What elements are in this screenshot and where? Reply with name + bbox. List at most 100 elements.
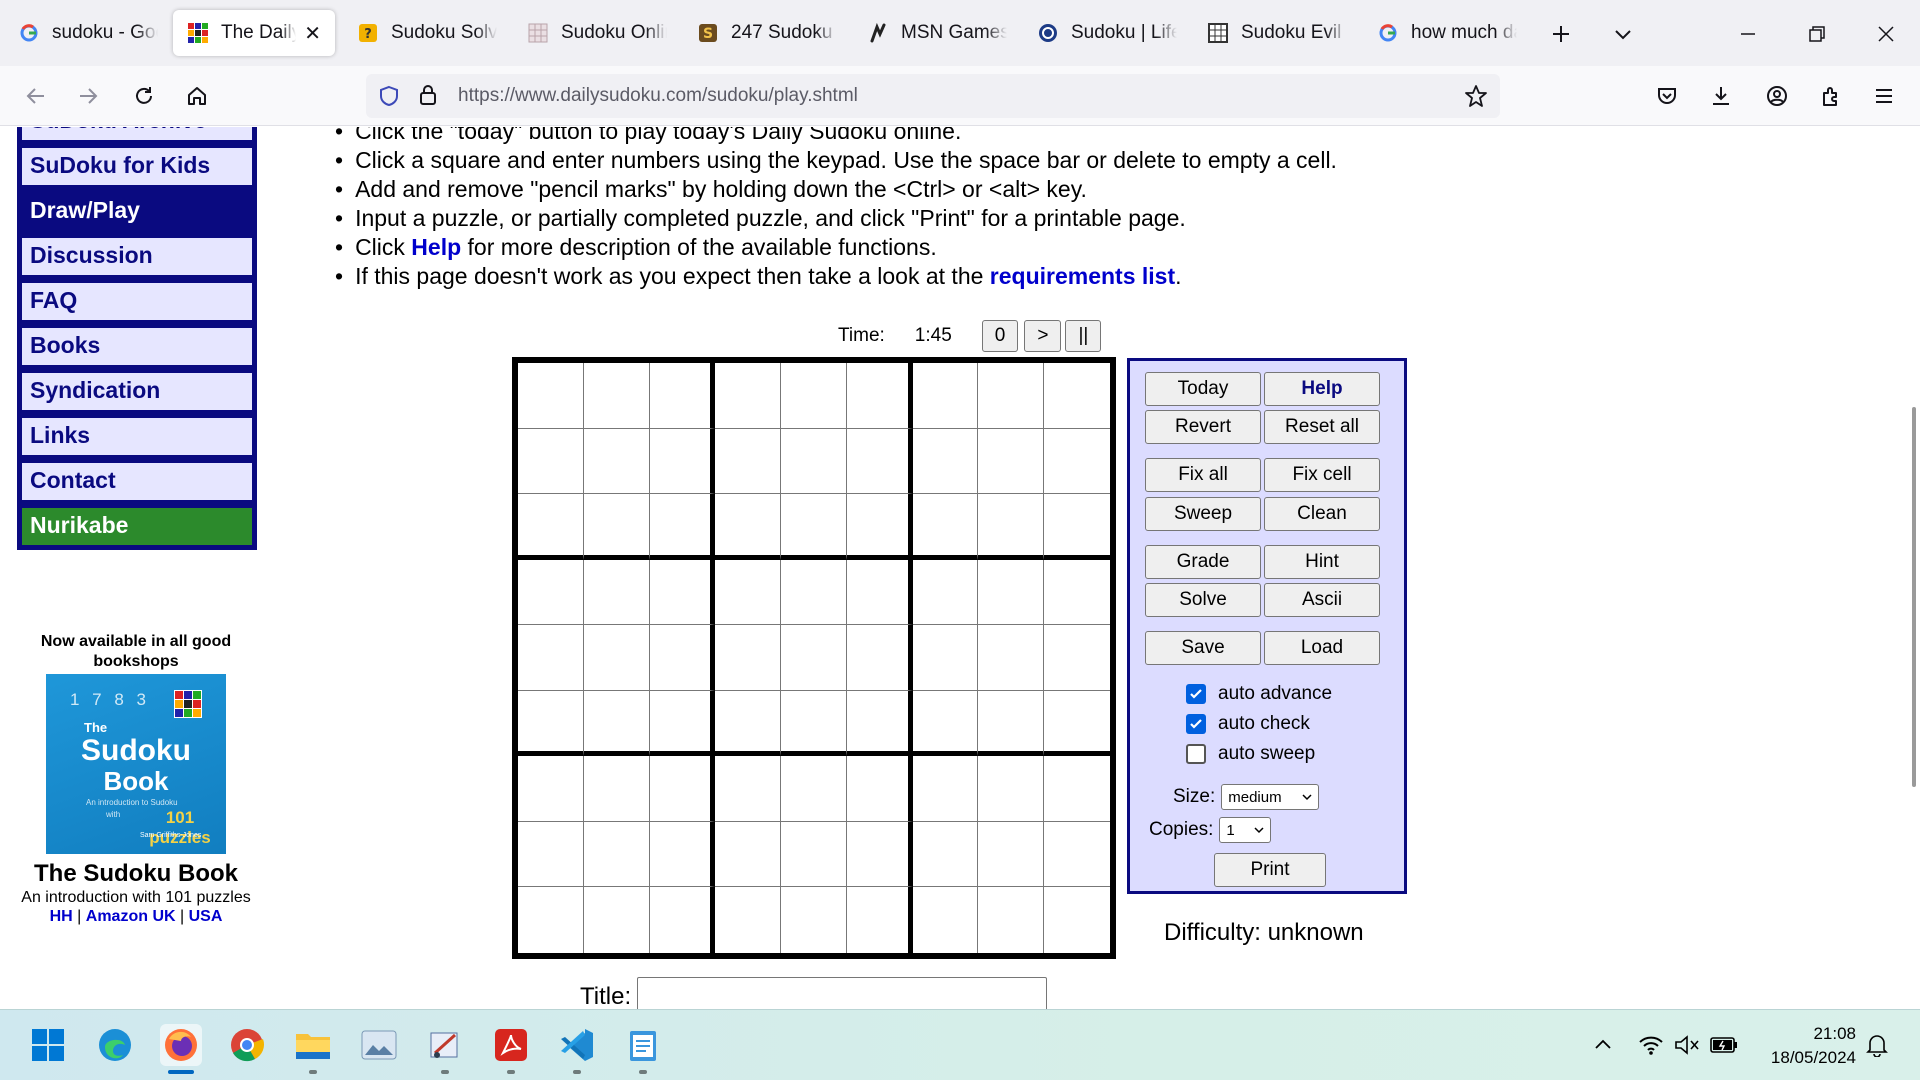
sudoku-cell[interactable]: [583, 559, 650, 626]
forward-arrow-icon[interactable]: [68, 76, 108, 116]
downloads-icon[interactable]: [1701, 76, 1741, 116]
sudoku-cell[interactable]: [649, 821, 716, 888]
sudoku-cell[interactable]: [978, 821, 1045, 888]
sudoku-cell[interactable]: [649, 428, 716, 495]
sudoku-cell[interactable]: [518, 494, 584, 560]
tab-sudoku-solver[interactable]: ? Sudoku Solve: [343, 10, 511, 56]
sudoku-cell[interactable]: [649, 363, 716, 429]
sidebar-item-draw-play[interactable]: Draw/Play: [20, 191, 254, 232]
list-tabs-chevron-icon[interactable]: [1603, 14, 1643, 54]
sudoku-cell[interactable]: [650, 887, 716, 953]
sudoku-cell[interactable]: [781, 821, 847, 888]
tracking-shield-icon[interactable]: [378, 85, 400, 112]
sudoku-cell[interactable]: [978, 690, 1045, 757]
sudoku-cell[interactable]: [715, 625, 782, 691]
sudoku-cell[interactable]: [847, 887, 913, 953]
sudoku-cell[interactable]: [913, 887, 979, 953]
sudoku-cell[interactable]: [715, 887, 782, 953]
link-hh[interactable]: HH: [50, 908, 73, 925]
snipping-tool-icon[interactable]: [424, 1024, 466, 1074]
sudoku-cell[interactable]: [912, 625, 979, 691]
sudoku-cell[interactable]: [1044, 887, 1110, 953]
print-button[interactable]: Print: [1214, 853, 1326, 887]
sudoku-cell[interactable]: [912, 363, 979, 429]
sudoku-cell[interactable]: [715, 559, 782, 626]
clean-button[interactable]: Clean: [1264, 497, 1380, 531]
sudoku-cell[interactable]: [583, 821, 650, 888]
sudoku-cell[interactable]: [781, 887, 847, 953]
photos-icon[interactable]: [358, 1024, 400, 1066]
title-input[interactable]: [637, 977, 1048, 1009]
sidebar-item-syndication[interactable]: Syndication: [20, 371, 254, 412]
windows-start-icon[interactable]: [27, 1024, 69, 1066]
bookmark-star-icon[interactable]: [1464, 84, 1488, 113]
home-icon[interactable]: [177, 76, 217, 116]
sudoku-cell[interactable]: [1044, 494, 1110, 560]
book-cover-image[interactable]: 1 7 8 3 The Sudoku Book An introduction …: [46, 674, 226, 854]
auto-advance-checkbox[interactable]: [1186, 684, 1206, 704]
load-button[interactable]: Load: [1264, 631, 1380, 665]
hint-button[interactable]: Hint: [1264, 545, 1380, 579]
tab-msn-games[interactable]: MSN Games: [853, 10, 1021, 56]
revert-button[interactable]: Revert: [1145, 410, 1261, 444]
sudoku-cell[interactable]: [1044, 822, 1110, 888]
sudoku-cell[interactable]: [846, 363, 913, 429]
tab-daily-sudoku[interactable]: The Daily S ✕: [173, 10, 335, 56]
sudoku-cell[interactable]: [846, 428, 913, 495]
requirements-list-link[interactable]: requirements list: [990, 263, 1175, 289]
sudoku-cell[interactable]: [583, 363, 650, 429]
sudoku-cell[interactable]: [518, 821, 584, 888]
sudoku-cell[interactable]: [781, 625, 847, 691]
sudoku-cell[interactable]: [912, 428, 979, 495]
close-window-icon[interactable]: [1866, 14, 1906, 54]
file-explorer-icon[interactable]: [292, 1024, 334, 1074]
sidebar-item-kids[interactable]: SuDoku for Kids: [20, 146, 254, 187]
sidebar-item-discussion[interactable]: Discussion: [20, 236, 254, 277]
menu-hamburger-icon[interactable]: [1864, 76, 1904, 116]
system-clock[interactable]: 21:08 18/05/2024: [1771, 1022, 1856, 1070]
account-icon[interactable]: [1757, 76, 1797, 116]
today-button[interactable]: Today: [1145, 372, 1261, 406]
sudoku-cell[interactable]: [912, 690, 979, 757]
sudoku-cell[interactable]: [846, 625, 913, 691]
tab-sudoku-evil[interactable]: Sudoku Evil -: [1193, 10, 1361, 56]
sweep-button[interactable]: Sweep: [1145, 497, 1261, 531]
sudoku-cell[interactable]: [781, 428, 847, 495]
link-usa[interactable]: USA: [189, 908, 223, 925]
sudoku-cell[interactable]: [518, 428, 584, 495]
firefox-icon[interactable]: [160, 1024, 202, 1074]
link-amazon-uk[interactable]: Amazon UK: [86, 908, 176, 925]
tab-247-sudoku[interactable]: S 247 Sudoku E: [683, 10, 851, 56]
close-tab-icon[interactable]: ✕: [304, 21, 321, 46]
size-select[interactable]: medium: [1221, 784, 1320, 810]
sudoku-cell[interactable]: [715, 690, 782, 757]
sudoku-cell[interactable]: [583, 625, 650, 691]
sudoku-cell[interactable]: [781, 363, 847, 429]
extensions-icon[interactable]: [1811, 76, 1851, 116]
grade-button[interactable]: Grade: [1145, 545, 1261, 579]
help-link[interactable]: Help: [411, 234, 461, 260]
sudoku-cell[interactable]: [978, 363, 1045, 429]
sudoku-cell[interactable]: [846, 756, 913, 822]
sudoku-cell[interactable]: [846, 690, 913, 757]
sudoku-cell[interactable]: [715, 821, 782, 888]
sudoku-cell[interactable]: [518, 559, 584, 626]
sudoku-cell[interactable]: [912, 559, 979, 626]
copies-select[interactable]: 1: [1219, 817, 1272, 843]
sidebar-item-contact[interactable]: Contact: [20, 461, 254, 502]
sudoku-cell[interactable]: [518, 363, 584, 429]
battery-charging-icon[interactable]: [1703, 1024, 1745, 1066]
sudoku-cell[interactable]: [583, 428, 650, 495]
sudoku-cell[interactable]: [649, 559, 716, 626]
sudoku-cell[interactable]: [978, 559, 1045, 626]
auto-advance-option[interactable]: auto advance: [1186, 683, 1332, 705]
acrobat-icon[interactable]: [490, 1024, 532, 1074]
sudoku-cell[interactable]: [518, 625, 584, 691]
vscode-icon[interactable]: [556, 1024, 598, 1074]
fix-cell-button[interactable]: Fix cell: [1264, 458, 1380, 492]
edge-browser-icon[interactable]: [94, 1024, 136, 1066]
ascii-button[interactable]: Ascii: [1264, 583, 1380, 617]
tab-lifehacker[interactable]: Sudoku | Life: [1023, 10, 1191, 56]
sudoku-cell[interactable]: [1044, 560, 1110, 626]
sudoku-cell[interactable]: [649, 690, 716, 757]
